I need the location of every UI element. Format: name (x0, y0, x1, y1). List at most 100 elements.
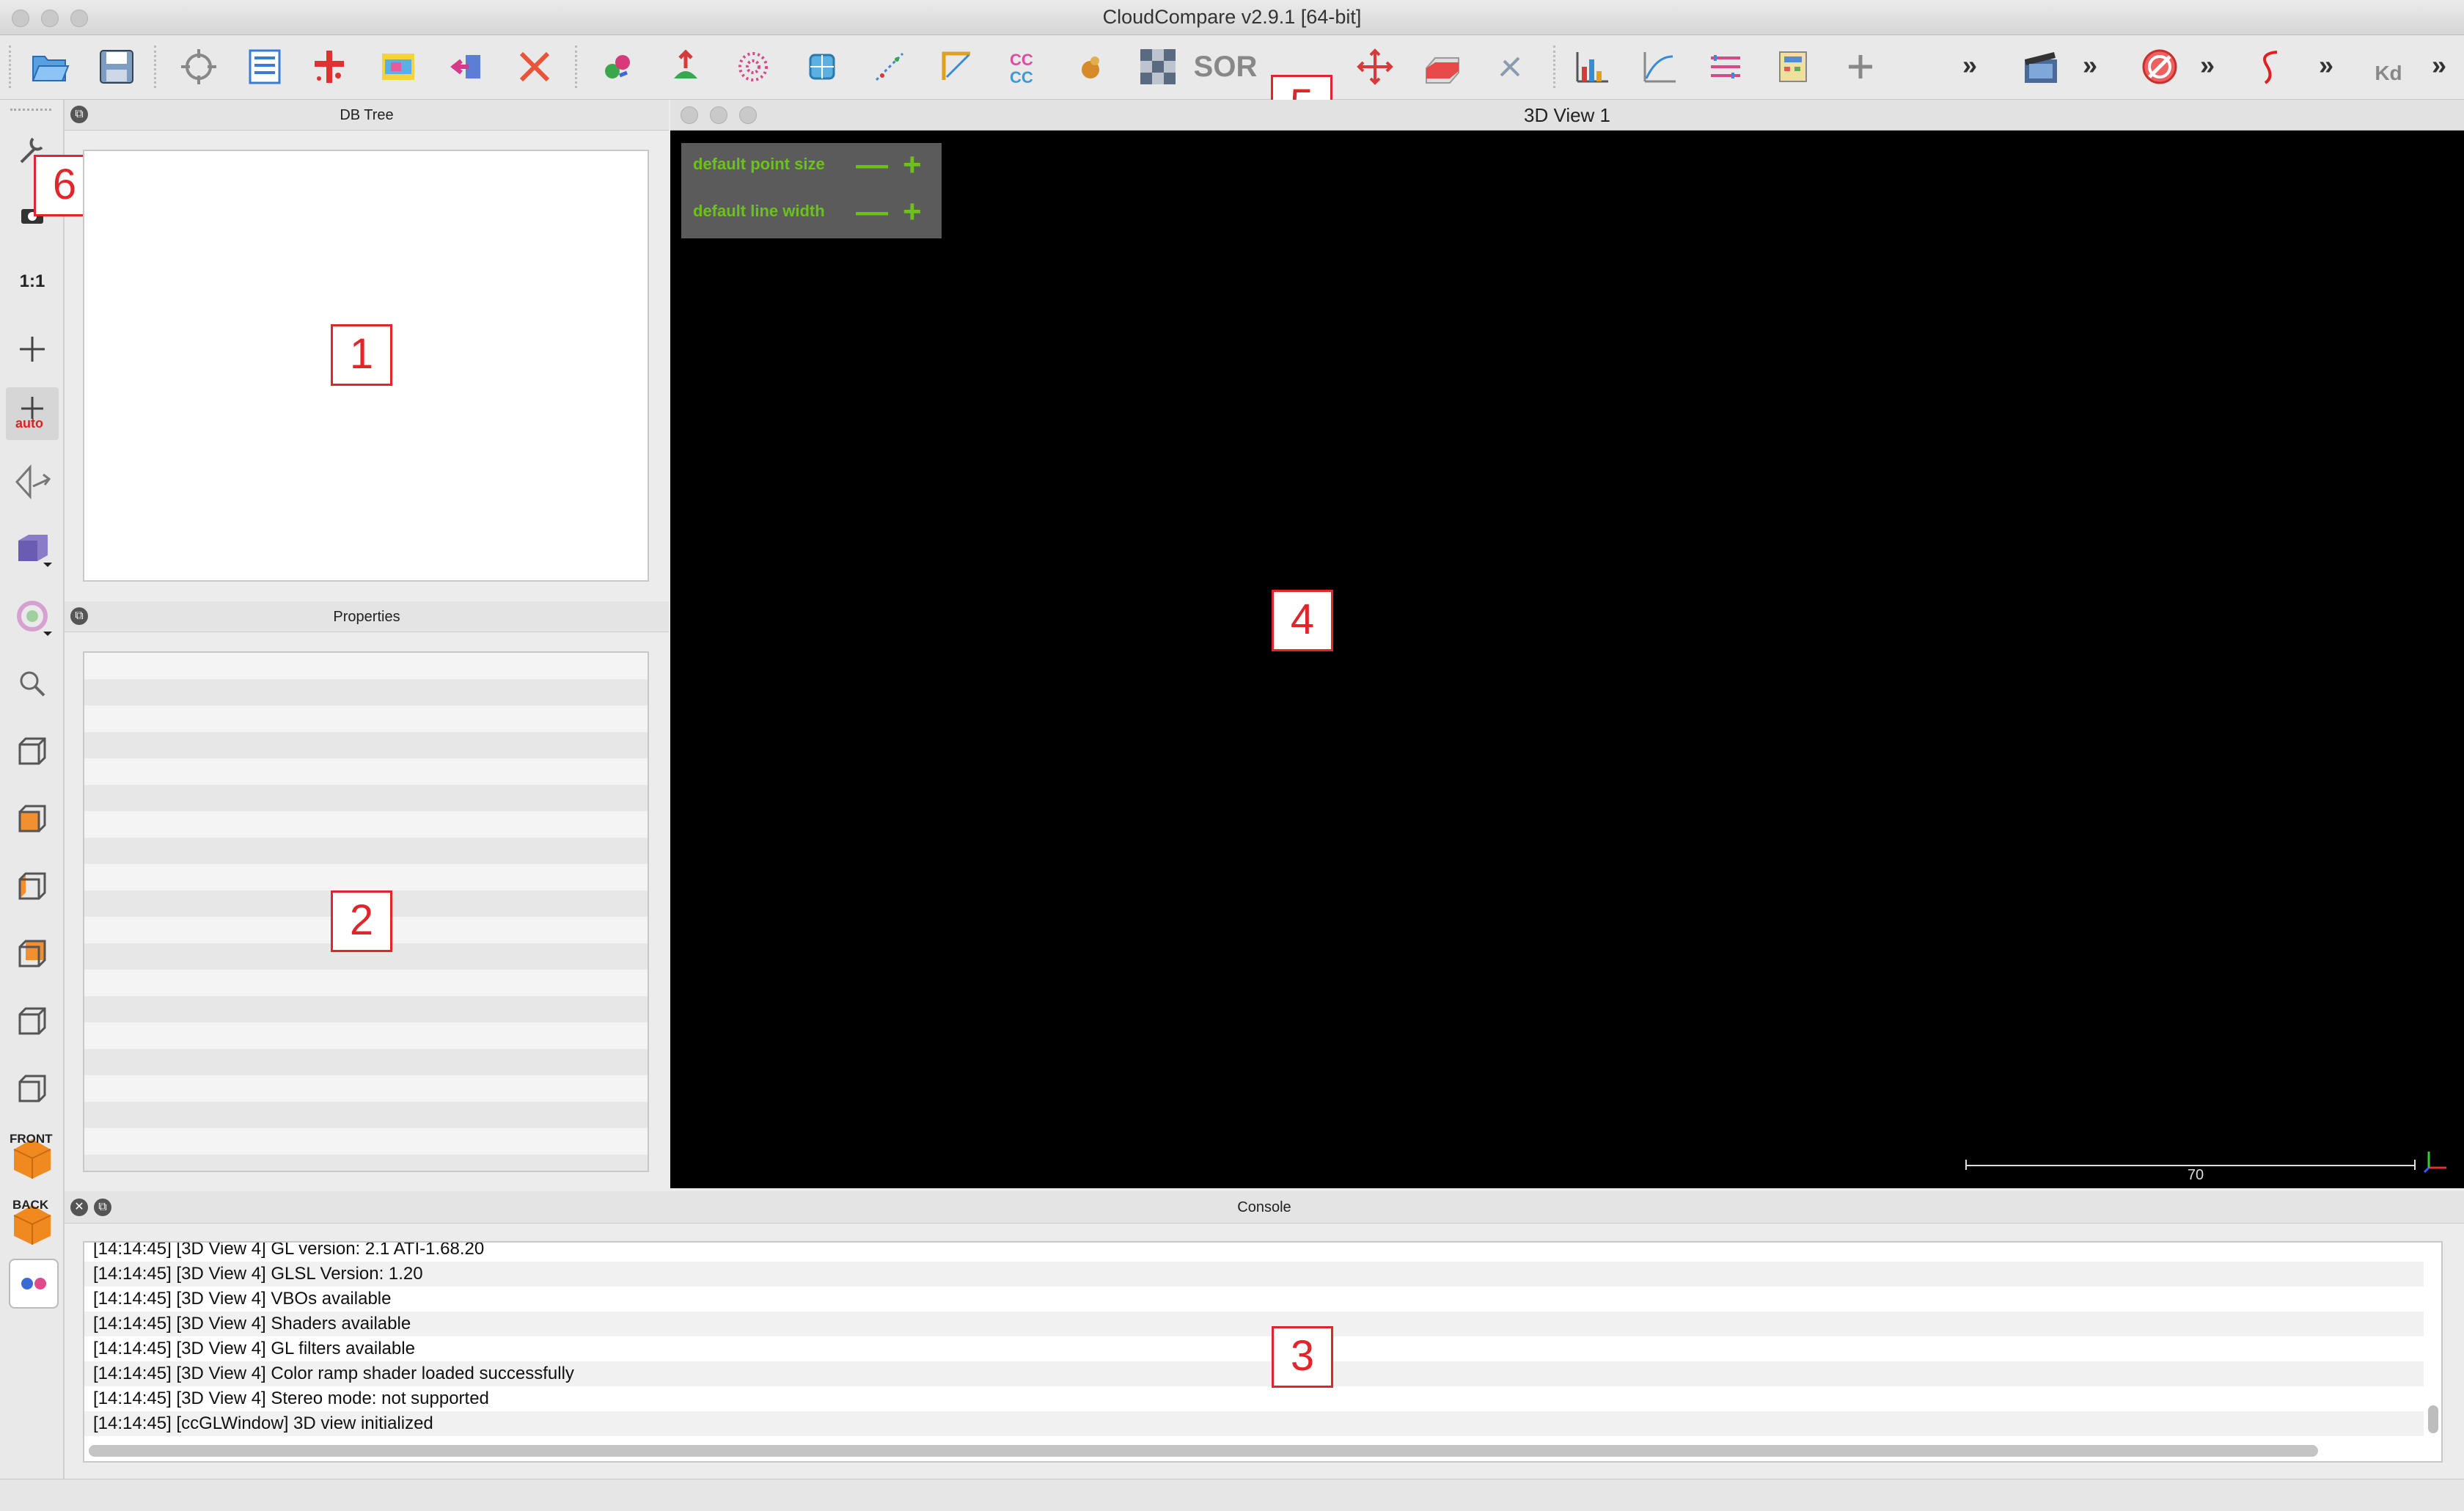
auto-pivot-button[interactable]: auto (6, 387, 59, 440)
merge-icon[interactable] (307, 44, 352, 89)
bottom-view-icon[interactable] (6, 1062, 59, 1115)
project-icon[interactable] (934, 44, 980, 89)
calc-icon[interactable] (1770, 44, 1816, 89)
open-icon[interactable] (26, 44, 72, 89)
translate-icon[interactable] (1352, 44, 1398, 89)
close-icon[interactable]: ✕ (70, 1199, 88, 1216)
subsample-icon[interactable] (867, 44, 912, 89)
perspective-icon[interactable] (6, 455, 59, 508)
console-line: [14:14:45] [3D View 4] GL version: 2.1 A… (93, 1241, 485, 1259)
stereo-icon[interactable] (9, 1259, 59, 1309)
left-view-icon[interactable] (6, 860, 59, 912)
pick-icon[interactable] (176, 44, 221, 89)
toolbar-grip[interactable] (10, 109, 51, 111)
delete-icon[interactable] (512, 44, 557, 89)
front-face-icon[interactable] (6, 792, 59, 845)
histogram-icon[interactable] (1569, 44, 1615, 89)
axis-triad-icon (2423, 1152, 2446, 1174)
toolbar-separator (154, 45, 158, 88)
console-line: [14:14:45] [3D View 4] VBOs available (93, 1289, 392, 1309)
save-icon[interactable] (94, 44, 139, 89)
scale-bar-tick (1965, 1160, 1967, 1170)
cc-icon[interactable]: CC CC (1002, 44, 1047, 89)
scale-icon[interactable] (1703, 44, 1748, 89)
annotation-label-3: 3 (1272, 1326, 1333, 1388)
properties-header: ⧉ Properties (65, 601, 669, 632)
console-line: [14:14:45] [3D View 4] Color ramp shader… (84, 1361, 2424, 1386)
ratio-button[interactable]: 1:1 (6, 255, 59, 308)
sample-icon[interactable] (730, 44, 776, 89)
light-icon[interactable] (6, 590, 59, 643)
left-toolbar: 1:1 auto FRONT BACK (0, 100, 65, 1482)
properties-title: Properties (333, 609, 400, 625)
console-line: [14:14:45] [3D View 4] Stereo mode: not … (93, 1389, 489, 1408)
console-line: [14:14:45] [3D View 4] GL filters availa… (93, 1339, 415, 1358)
top-view-icon[interactable] (6, 725, 59, 778)
toolbar-separator (575, 45, 579, 88)
line-width-increase-button[interactable]: + (903, 196, 922, 228)
list-icon[interactable] (242, 44, 287, 89)
console-title: Console (1237, 1199, 1291, 1215)
toolbar-grip[interactable] (9, 45, 12, 88)
undock-icon[interactable]: ⧉ (94, 1199, 111, 1216)
plot-icon[interactable] (1637, 44, 1682, 89)
kd-label: Kd (2375, 62, 2402, 84)
toolbar-more-chevron[interactable]: » (1962, 50, 1977, 81)
toolbar-more-chevron[interactable]: » (2319, 50, 2333, 81)
segment-icon[interactable] (1068, 44, 1113, 89)
undock-icon[interactable]: ⧉ (70, 607, 88, 625)
right-view-icon[interactable] (6, 995, 59, 1047)
horizontal-scrollbar[interactable] (89, 1445, 2318, 1457)
view-header: 3D View 1 (670, 100, 2464, 131)
sor-icon[interactable]: SOR (1194, 44, 1258, 89)
add-icon[interactable] (1838, 44, 1883, 89)
stop-icon[interactable] (2137, 44, 2182, 89)
back-face-icon[interactable] (6, 927, 59, 980)
pivot-icon[interactable] (1487, 44, 1533, 89)
crosshair-icon[interactable] (6, 323, 59, 376)
film-icon[interactable] (2018, 44, 2064, 89)
3d-view[interactable]: 70 (670, 131, 2464, 1188)
plane-icon[interactable] (1420, 44, 1465, 89)
view-overlay-panel: default point size — + default line widt… (681, 143, 942, 238)
checker-icon[interactable] (1135, 44, 1181, 89)
console-log[interactable]: [14:14:45] [3D View 4] GL version: 2.1 A… (83, 1241, 2443, 1463)
line-width-label: default line width (693, 202, 825, 220)
back-view-button[interactable]: BACK (6, 1196, 59, 1248)
toolbar-more-chevron[interactable]: » (2432, 50, 2446, 81)
scale-bar-value: 70 (2187, 1167, 2204, 1183)
svg-text:CC: CC (1010, 68, 1033, 87)
register-icon[interactable] (595, 44, 641, 89)
kd-icon[interactable]: Kd (2366, 44, 2411, 89)
annotation-label-1: 1 (331, 324, 392, 386)
vertical-scrollbar[interactable] (2428, 1405, 2438, 1433)
auto-label: auto (15, 416, 43, 431)
view-title: 3D View 1 (1523, 104, 1611, 126)
back-label: BACK (12, 1198, 49, 1212)
mesh-icon[interactable] (799, 44, 845, 89)
scale-bar (1965, 1165, 2414, 1166)
normals-icon[interactable] (663, 44, 708, 89)
export-icon[interactable] (444, 44, 490, 89)
status-bar (0, 1479, 2464, 1511)
point-size-decrease-button[interactable]: — (856, 149, 888, 181)
ratio-label: 1:1 (19, 271, 45, 291)
annotation-label-2: 2 (331, 890, 392, 952)
toolbar-more-chevron[interactable]: » (2083, 50, 2097, 81)
scale-bar-tick (2414, 1160, 2416, 1170)
undock-icon[interactable]: ⧉ (70, 106, 88, 123)
window-title-bar: CloudCompare v2.9.1 [64-bit] (0, 0, 2464, 35)
front-view-button[interactable]: FRONT (6, 1130, 59, 1182)
line-width-decrease-button[interactable]: — (856, 196, 888, 228)
window-title: CloudCompare v2.9.1 [64-bit] (1102, 6, 1362, 28)
view-cube-icon[interactable] (6, 522, 59, 575)
console-line: [14:14:45] [3D View 4] GLSL Version: 1.2… (84, 1262, 2424, 1287)
toolbar-more-chevron[interactable]: » (2200, 50, 2215, 81)
point-size-increase-button[interactable]: + (903, 149, 922, 181)
zoom-icon[interactable] (6, 657, 59, 710)
curve-icon[interactable] (2248, 44, 2294, 89)
console-line: [14:14:45] [3D View 4] Shaders available (84, 1311, 2424, 1336)
db-tree-title: DB Tree (340, 107, 394, 123)
console-line: [14:14:45] [ccGLWindow] 3D view initiali… (84, 1411, 2424, 1436)
color-icon[interactable] (375, 44, 421, 89)
